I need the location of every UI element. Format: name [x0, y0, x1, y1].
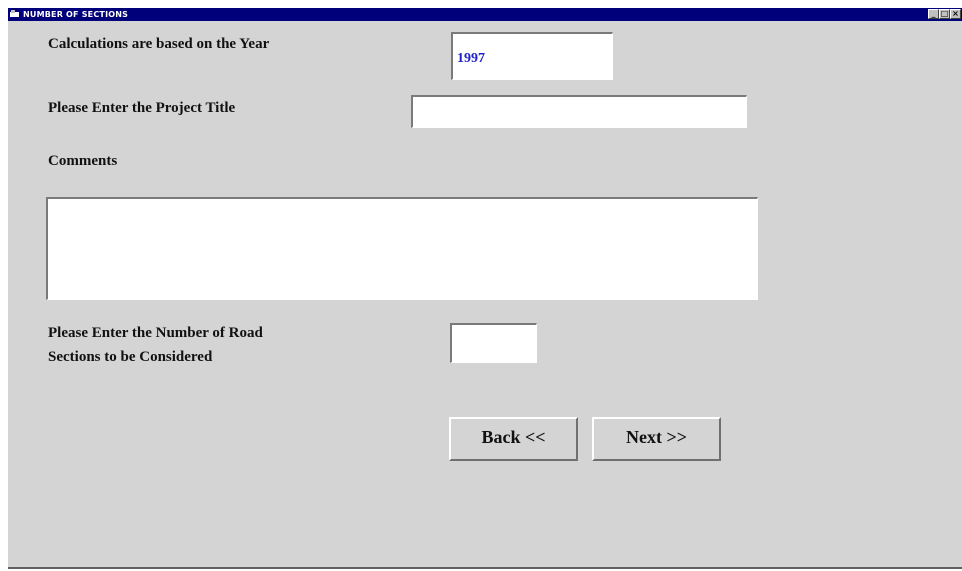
window-controls: _ □ × — [928, 9, 961, 20]
comments-field[interactable] — [46, 197, 758, 300]
maximize-button[interactable]: □ — [939, 9, 950, 19]
close-button[interactable]: × — [950, 9, 961, 19]
project-title-field[interactable] — [411, 95, 747, 128]
project-title-label: Please Enter the Project Title — [48, 100, 236, 116]
year-field[interactable] — [451, 32, 613, 80]
title-bar[interactable]: NUMBER OF SECTIONS _ □ × — [8, 8, 962, 21]
road-sections-label-line2: Sections to be Considered — [48, 349, 213, 365]
road-sections-label-line1: Please Enter the Number of Road — [48, 325, 263, 341]
window-title: NUMBER OF SECTIONS — [23, 10, 129, 19]
form-panel: Calculations are based on the Year Pleas… — [8, 21, 962, 569]
application-window: NUMBER OF SECTIONS _ □ × Calculations ar… — [0, 0, 962, 571]
road-sections-field[interactable] — [450, 323, 537, 363]
minimize-button[interactable]: _ — [928, 9, 939, 19]
window-icon — [10, 10, 19, 17]
next-button[interactable]: Next >> — [592, 417, 721, 461]
year-label: Calculations are based on the Year — [48, 36, 270, 52]
comments-label: Comments — [48, 153, 118, 169]
back-button[interactable]: Back << — [449, 417, 578, 461]
